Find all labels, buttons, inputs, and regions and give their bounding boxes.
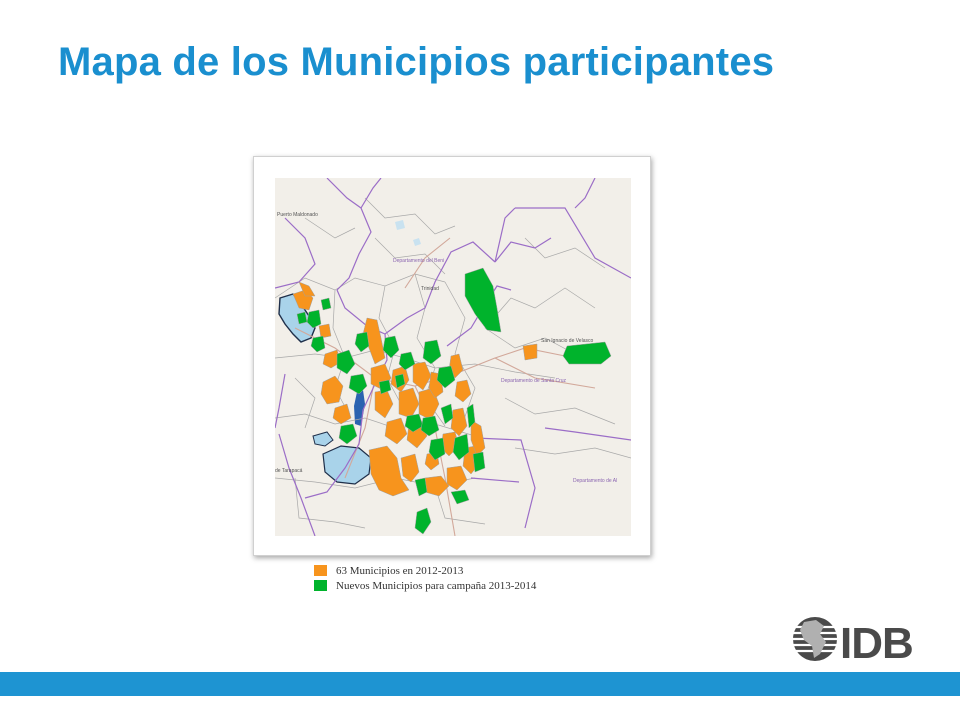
- map-frame: Puerto Maldonado Departamento del Beni T…: [253, 156, 651, 556]
- legend-item-2013-2014: Nuevos Municipios para campaña 2013-2014: [314, 578, 536, 593]
- label-trinidad: Trinidad: [421, 286, 439, 292]
- legend-label: 63 Municipios en 2012-2013: [336, 564, 464, 577]
- map-legend: 63 Municipios en 2012-2013 Nuevos Munici…: [314, 563, 536, 593]
- municipality-orange: [522, 343, 538, 361]
- label-san-ignacio: San Ignacio de Velasco: [541, 338, 593, 344]
- label-puerto-maldonado: Puerto Maldonado: [277, 212, 318, 218]
- label-departamento-beni: Departamento del Beni: [393, 258, 444, 264]
- legend-item-2012-2013: 63 Municipios en 2012-2013: [314, 563, 536, 578]
- municipality-green: [320, 297, 332, 311]
- legend-swatch-green: [314, 580, 327, 591]
- footer-bar: [0, 672, 960, 696]
- municipalities-map[interactable]: Puerto Maldonado Departamento del Beni T…: [275, 178, 631, 536]
- legend-label: Nuevos Municipios para campaña 2013-2014: [336, 579, 537, 592]
- label-departamento-santa-cruz: Departamento de Santa Cruz: [501, 378, 567, 384]
- municipality-orange: [318, 323, 332, 339]
- page-title: Mapa de los Municipios participantes: [58, 40, 775, 84]
- label-departamento-al: Departamento de Al: [573, 478, 617, 484]
- label-tarapaca: de Tarapacá: [275, 468, 303, 474]
- legend-swatch-orange: [314, 565, 327, 576]
- globe-icon: [793, 617, 837, 661]
- idb-logo-text: IDB: [840, 619, 913, 666]
- idb-logo: IDB: [790, 612, 932, 671]
- municipality-green: [296, 311, 308, 325]
